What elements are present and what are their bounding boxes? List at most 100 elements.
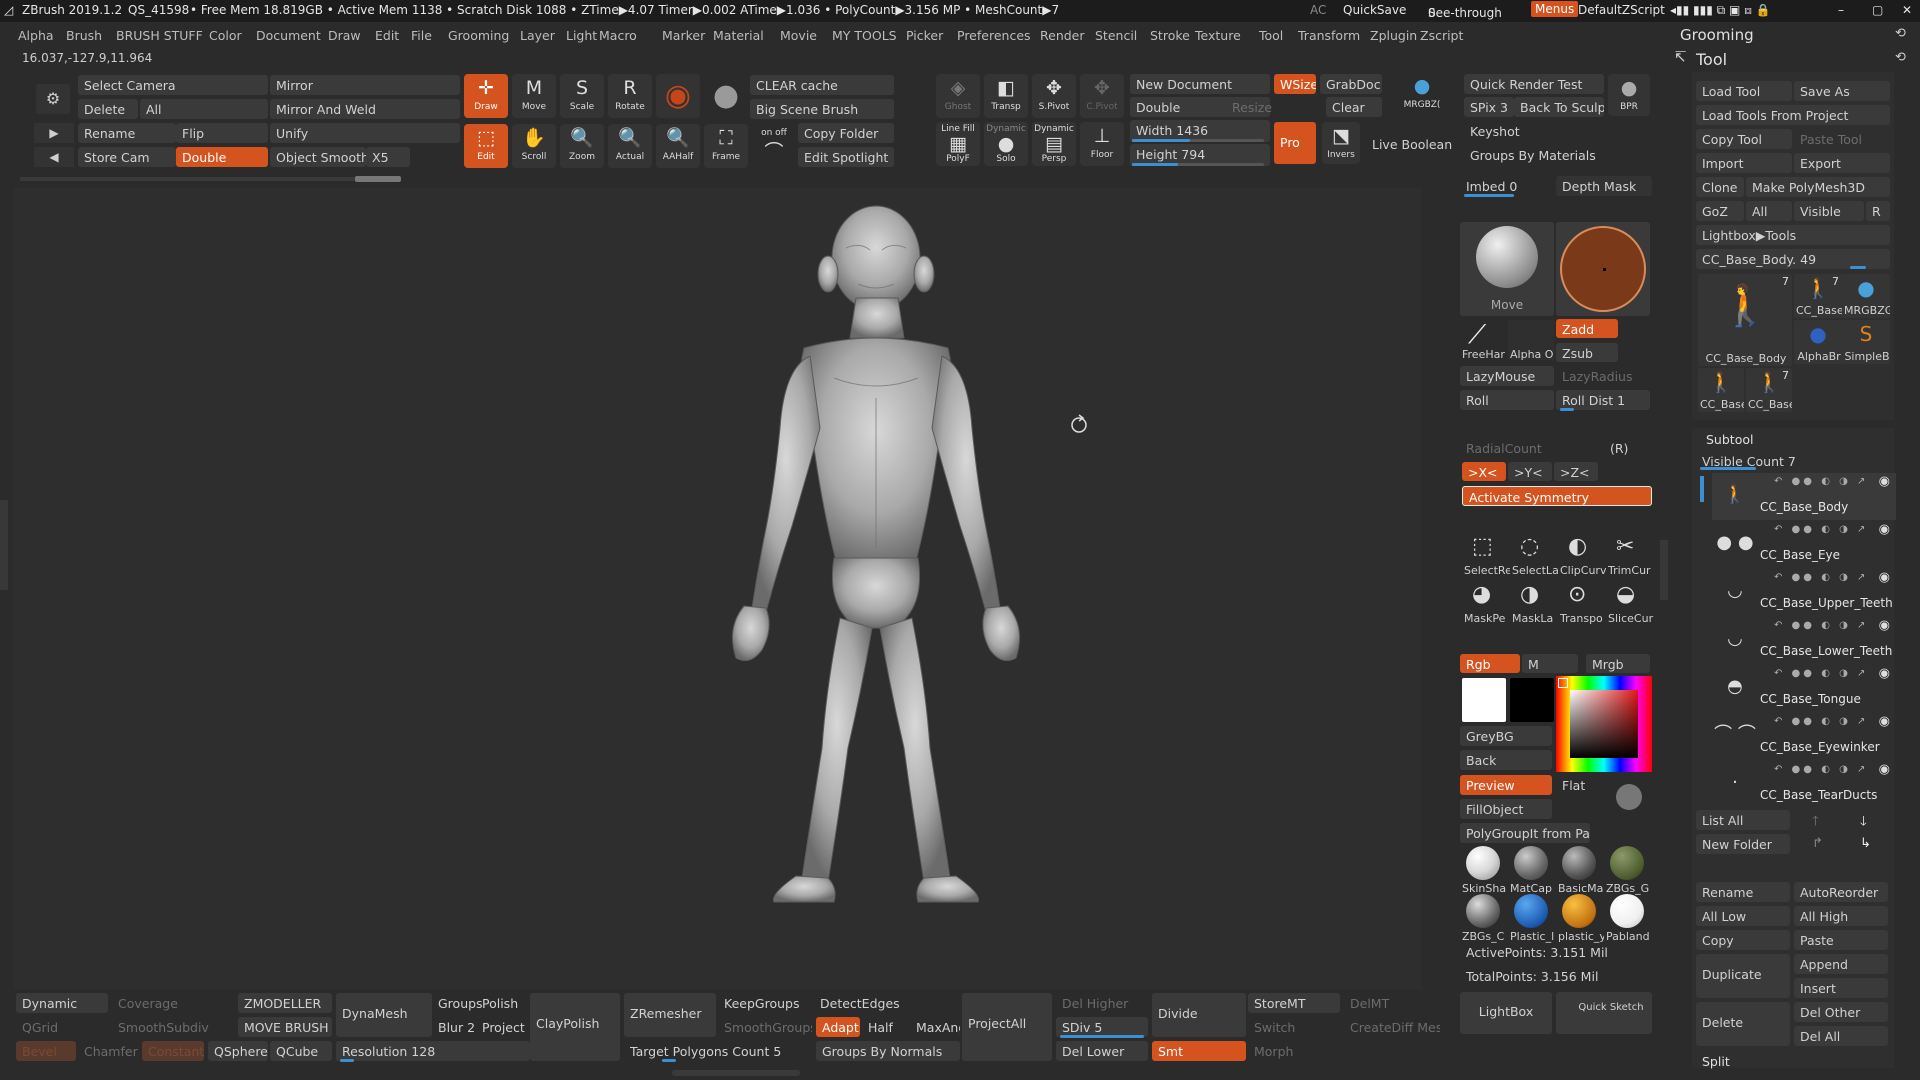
project-button[interactable]: Project [476, 1017, 528, 1037]
left-tray-handle[interactable] [0, 500, 8, 590]
subtool-item[interactable]: ◡ ↶ ●● ◐ ◑ ↗ ◉ CC_Base_Upper_Teeth [1712, 569, 1896, 616]
x5-button[interactable]: X5 [366, 147, 410, 167]
qsphere-button[interactable]: QSphere [208, 1041, 268, 1061]
creatediff-mesh-button[interactable]: CreateDiff Mesh [1344, 1017, 1440, 1037]
subtool-toggle-icons[interactable]: ↶ ●● ◐ ◑ ↗ [1774, 716, 1868, 727]
load-tool-button[interactable]: Load Tool [1696, 81, 1792, 101]
menu-item[interactable]: Brush [66, 28, 102, 43]
divide-button[interactable]: Divide [1152, 993, 1246, 1037]
tool-thumbnail[interactable]: S SimpleB [1842, 320, 1890, 364]
camera-icon[interactable]: ⚙ [36, 84, 70, 114]
new-document-button[interactable]: New Document [1130, 74, 1270, 94]
zoom-tool[interactable]: 🔍 Zoom [560, 124, 604, 168]
delete-subtool-button[interactable]: Delete [1696, 1002, 1790, 1046]
dynamic-button[interactable]: Dynamic [16, 993, 108, 1013]
groups-by-materials-button[interactable]: Groups By Materials [1464, 145, 1644, 165]
chamfer-button[interactable]: Chamfer [78, 1041, 140, 1061]
menu-item[interactable]: MY TOOLS [832, 28, 897, 43]
append-button[interactable]: Append [1794, 954, 1888, 974]
sym-z-button[interactable]: >Z< [1554, 462, 1598, 481]
radialcount-slider[interactable]: RadialCount [1460, 438, 1600, 458]
menus-toggle[interactable]: Menus [1531, 1, 1579, 17]
eye-icon[interactable]: ◉ [1879, 666, 1890, 681]
paste-subtool-button[interactable]: Paste [1794, 930, 1888, 950]
selection-brush-tile[interactable]: ◌ SelectLa [1510, 534, 1558, 580]
delete-camera-button[interactable]: Delete [78, 99, 138, 119]
material-sphere-icon[interactable] [1562, 894, 1596, 928]
subtool-item[interactable]: · ↶ ●● ◐ ◑ ↗ ◉ CC_Base_TearDucts [1712, 761, 1896, 808]
canvas-viewport[interactable] [14, 188, 1422, 990]
grooming-refresh-icon[interactable]: ⟲ [1895, 26, 1906, 41]
subtool-item[interactable]: 🚶 ↶ ●● ◐ ◑ ↗ ◉ CC_Base_Body [1712, 473, 1896, 520]
subtool-item[interactable]: ● ● ↶ ●● ◐ ◑ ↗ ◉ CC_Base_Eye [1712, 521, 1896, 568]
menu-item[interactable]: Zplugin [1370, 28, 1417, 43]
selection-brush-tile[interactable]: ⬚ SelectRe [1462, 534, 1510, 580]
invers-tool[interactable]: ⬔ Invers [1322, 122, 1360, 164]
zmodeller-button[interactable]: ZMODELLER [238, 993, 332, 1013]
subtool-toggle-icons[interactable]: ↶ ●● ◐ ◑ ↗ [1774, 524, 1868, 535]
import-button[interactable]: Import [1696, 153, 1792, 173]
play-icon[interactable]: ▶ [34, 123, 74, 143]
zremesher-button[interactable]: ZRemesher [624, 993, 716, 1037]
zsub-button[interactable]: Zsub [1556, 343, 1618, 362]
menu-item[interactable]: Stroke [1150, 28, 1190, 43]
default-zscript-button[interactable]: DefaultZScript [1578, 3, 1665, 17]
insert-button[interactable]: Insert [1794, 978, 1888, 998]
pro-button[interactable]: Pro [1274, 122, 1316, 164]
clear-cache-button[interactable]: CLEAR cache [750, 75, 894, 95]
depth-mask-button[interactable]: Depth Mask [1556, 176, 1652, 196]
goz-visible-button[interactable]: Visible [1794, 201, 1864, 221]
smoothsubdiv-slider[interactable]: SmoothSubdiv [112, 1017, 234, 1037]
material-swatch[interactable]: ● [704, 74, 748, 118]
lazymouse-button[interactable]: LazyMouse [1460, 366, 1554, 386]
shelf-scrollbar[interactable] [20, 177, 400, 181]
tool-thumbnail[interactable]: ● MRGBZG [1842, 274, 1890, 318]
eye-icon[interactable]: ◉ [1879, 522, 1890, 537]
lightbox-button[interactable]: LightBox [1460, 992, 1552, 1034]
load-tools-from-project-button[interactable]: Load Tools From Project [1696, 105, 1890, 125]
menu-item[interactable]: Grooming [448, 28, 509, 43]
wsize-button[interactable]: WSize [1274, 74, 1316, 94]
bpr-button[interactable]: ● BPR [1608, 74, 1650, 116]
lazyradius-slider[interactable]: LazyRadius [1556, 366, 1650, 386]
half-button[interactable]: Half [862, 1017, 906, 1037]
delmt-button[interactable]: DelMT [1344, 993, 1426, 1013]
goz-all-button[interactable]: All [1746, 201, 1792, 221]
imbed-slider[interactable]: Imbed 0 [1460, 176, 1550, 196]
tool-thumbnail[interactable]: 🚶 CC_Base 7 [1746, 368, 1792, 412]
selection-brush-tile[interactable]: ⊙ Transpo [1558, 582, 1604, 628]
preview-button[interactable]: Preview [1460, 775, 1552, 795]
spix-slider[interactable]: SPix 3 [1464, 97, 1514, 117]
export-button[interactable]: Export [1794, 153, 1890, 173]
scroll-tool[interactable]: ✋ Scroll [512, 124, 556, 168]
menu-item[interactable]: Stencil [1095, 28, 1137, 43]
copy-folder-button[interactable]: Copy Folder [798, 123, 894, 143]
secondary-color-swatch[interactable] [1510, 678, 1554, 722]
activate-symmetry-button[interactable]: Activate Symmetry [1462, 486, 1652, 506]
rotate-tool[interactable]: R Rotate [608, 74, 652, 118]
quick-sketch-button[interactable]: Quick Sketch [1556, 992, 1652, 1034]
all-button[interactable]: All [140, 99, 268, 119]
frame-tool[interactable]: ⛶ Frame [704, 124, 748, 168]
keyshot-button[interactable]: Keyshot [1464, 121, 1604, 141]
bevel-button[interactable]: Bevel [16, 1041, 76, 1061]
draw-tool[interactable]: ✛ Draw [464, 74, 508, 118]
material-sphere-icon[interactable] [1466, 894, 1500, 928]
subtool-item[interactable]: ⌒ ⌒ ↶ ●● ◐ ◑ ↗ ◉ CC_Base_Eyewinker [1712, 713, 1896, 760]
layout-icons[interactable]: ◂▮▮ ▮▮▮ ⧉ ▣ ⧈ 🔒 [1670, 3, 1771, 18]
menu-item[interactable]: BRUSH STUFF [116, 28, 203, 43]
duplicate-button[interactable]: Duplicate [1696, 954, 1790, 998]
del-all-button[interactable]: Del All [1794, 1026, 1888, 1046]
split-header[interactable]: Split [1702, 1054, 1730, 1069]
tool-thumbnail[interactable]: 🚶 CC_Base 7 [1794, 274, 1842, 318]
persp-tool[interactable]: Dynamic ▤ Persp [1032, 122, 1076, 166]
coverage-slider[interactable]: Coverage [112, 993, 234, 1013]
move-up-icon[interactable]: 🡑 [1812, 812, 1819, 834]
grabdoc-button[interactable]: GrabDoc [1320, 74, 1382, 94]
menu-item[interactable]: Color [209, 28, 242, 43]
selection-brush-tile[interactable]: ✂ TrimCur [1606, 534, 1652, 580]
flip-button[interactable]: Flip [176, 123, 268, 143]
color-sv-square[interactable] [1570, 690, 1638, 758]
freehand-stroke-button[interactable]: ⟋ FreeHar [1460, 320, 1505, 361]
keepgroups-button[interactable]: KeepGroups [718, 993, 812, 1013]
